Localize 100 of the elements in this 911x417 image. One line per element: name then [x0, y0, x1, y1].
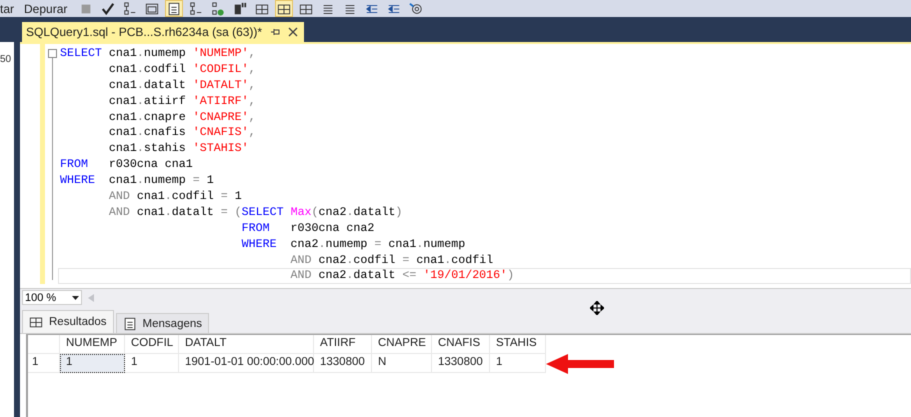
code-token: 'ATIIRF' [192, 94, 249, 108]
device-icon [233, 2, 248, 16]
document-icon [122, 316, 137, 330]
grid-icon [299, 2, 314, 16]
code-token: numemp [325, 238, 368, 251]
code-token: , [248, 94, 256, 108]
column-header[interactable]: CODFIL [125, 335, 179, 354]
code-token: cna2 [317, 254, 346, 267]
code-token: cna1 [415, 254, 444, 267]
code-token: cna2 [317, 269, 346, 282]
toolbar-button[interactable] [165, 0, 184, 17]
code-token: cna2 [290, 238, 318, 251]
code-token: . [136, 110, 144, 124]
grid-icon [29, 315, 43, 329]
code-token: , [248, 110, 256, 124]
code-token: = [374, 238, 382, 251]
column-header[interactable]: STAHIS [490, 335, 546, 354]
code-token: ( [312, 206, 319, 219]
code-token: 'NUMEMP' [192, 47, 249, 60]
code-token: cna1 [136, 190, 165, 204]
code-token: r030cna cna2 [290, 222, 374, 235]
code-token: 1 [234, 190, 242, 204]
code-token: cna1 [108, 126, 137, 140]
grid-icon [277, 2, 292, 16]
code-token: . [346, 206, 354, 219]
stop-icon [79, 2, 94, 16]
code-token: . [136, 47, 144, 60]
table-cell[interactable]: 1901-01-01 00:00:00.000 [179, 354, 314, 373]
code-token: . [136, 174, 144, 188]
code-token: datalt [354, 206, 396, 219]
move-cursor-icon [590, 301, 604, 315]
menu-item[interactable]: tar [0, 2, 20, 16]
code-token: 'DATALT' [192, 78, 249, 92]
zoom-dropdown[interactable]: 100 % [22, 290, 82, 305]
code-token: AND [108, 206, 130, 219]
code-token: cnafis [144, 126, 187, 140]
code-token: numemp [144, 174, 187, 188]
code-token: . [164, 206, 172, 219]
document-tab[interactable]: SQLQuery1.sql - PCB...S.rh6234a (sa (63))* [22, 22, 304, 42]
code-token: WHERE [60, 174, 95, 188]
grid-icon [255, 2, 270, 16]
code-token: stahis [144, 142, 187, 156]
close-icon[interactable] [288, 27, 298, 37]
code-token: 1 [206, 174, 214, 188]
code-token: ) [507, 269, 514, 282]
code-token: cna1 [108, 47, 137, 60]
caret-icon [72, 296, 79, 300]
code-token: . [444, 254, 452, 267]
code-token: cnapre [144, 110, 187, 124]
code-token: codfil [451, 254, 494, 267]
code-token: . [346, 269, 354, 282]
column-header[interactable]: CNAFIS [432, 335, 490, 354]
code-token: , [248, 47, 256, 60]
code-token: 'CNAFIS' [192, 126, 249, 140]
table-cell[interactable]: 1330800 [432, 354, 490, 373]
tree-icon [123, 2, 138, 16]
code-token: cna1 [136, 206, 165, 219]
code-token: 'CNAPRE' [192, 110, 249, 124]
results-tab[interactable]: Mensagens [116, 313, 210, 333]
results-tab[interactable]: Resultados [22, 310, 114, 333]
code-token: r030cna cna1 [108, 158, 193, 172]
code-token: FROM [60, 158, 88, 172]
tree-icon [211, 2, 226, 16]
menu-item[interactable]: Depurar [24, 2, 74, 16]
check-icon [101, 2, 116, 16]
document-icon [167, 2, 182, 16]
code-token: . [136, 126, 144, 140]
code-token: WHERE [240, 238, 277, 251]
code-token: codfil [172, 190, 215, 204]
column-header[interactable]: DATALT [179, 335, 314, 354]
pin-icon[interactable] [270, 27, 280, 37]
code-token: . [136, 62, 144, 76]
code-token: . [136, 142, 144, 156]
code-token: . [136, 94, 144, 108]
code-token: . [136, 78, 144, 92]
code-token: = ( [220, 206, 242, 219]
table-cell[interactable]: 1330800 [314, 354, 372, 373]
code-token: AND [290, 254, 312, 267]
code-token: '19/01/2016' [423, 269, 508, 282]
column-header[interactable]: ATIIRF [314, 335, 372, 354]
table-cell[interactable]: N [372, 354, 432, 373]
code-token: cna1 [108, 78, 137, 92]
code-token: . [346, 254, 354, 267]
tree-icon [189, 2, 204, 16]
toolbar-button[interactable] [275, 0, 294, 17]
table-cell[interactable]: 1 [490, 354, 546, 373]
code-token: cna2 [318, 206, 346, 219]
code-token: numemp [423, 238, 466, 251]
code-token: = [192, 174, 200, 188]
column-header[interactable]: CNAPRE [372, 335, 432, 354]
panel-text: 50 [0, 54, 12, 65]
code-editor[interactable] [20, 42, 911, 288]
table-cell[interactable]: 1 [125, 354, 179, 373]
collapse-icon[interactable] [48, 49, 57, 58]
code-token: 'CODFIL' [192, 62, 249, 76]
code-token: FROM [240, 222, 270, 235]
code-token: , [248, 78, 256, 92]
code-token: = [220, 190, 228, 204]
code-token: Max [290, 206, 312, 219]
table-cell[interactable]: 1 [60, 354, 125, 373]
